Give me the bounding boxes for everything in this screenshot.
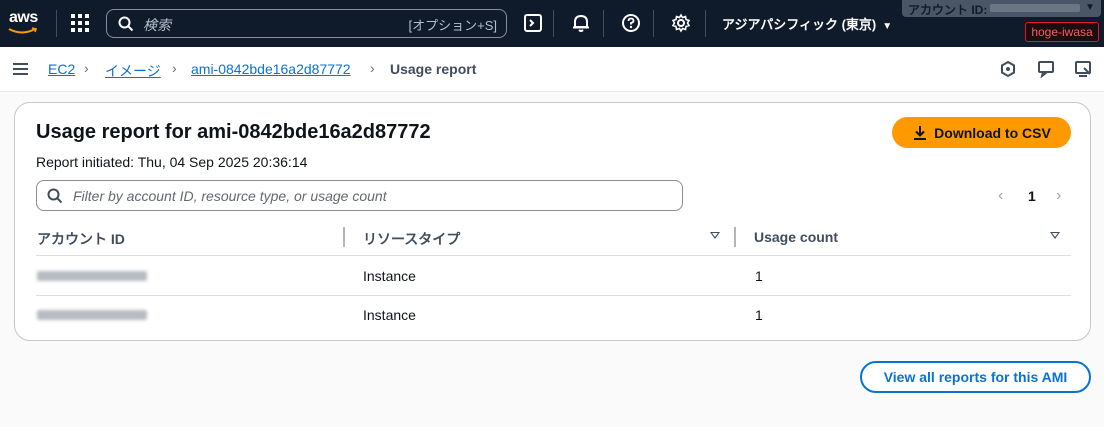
chevron-left-icon[interactable]: ‹: [998, 187, 1003, 205]
aws-logo-text: aws: [9, 9, 38, 26]
page-number[interactable]: 1: [1028, 188, 1036, 204]
resource-type-cell: Instance: [363, 307, 416, 323]
sort-icon[interactable]: [710, 232, 720, 239]
search-placeholder: 検索: [143, 17, 171, 33]
region-selector[interactable]: アジアパシフィック (東京) ▼: [722, 14, 892, 33]
breadcrumb-images[interactable]: イメージ: [105, 61, 161, 81]
resource-type-cell: Instance: [363, 268, 416, 284]
user-badge[interactable]: hoge-iwasa: [1025, 22, 1099, 42]
nav-divider: [553, 10, 554, 37]
help-panel-icon[interactable]: [1074, 60, 1092, 78]
download-csv-button[interactable]: Download to CSV: [892, 117, 1071, 148]
usage-report-card: Usage report for ami-0842bde16a2d87772 R…: [14, 102, 1091, 341]
table-divider: [36, 255, 1071, 256]
chevron-right-icon: ›: [370, 60, 375, 76]
table-divider: [36, 295, 1071, 296]
feedback-icon[interactable]: [1037, 60, 1055, 78]
nav-divider: [653, 10, 654, 37]
filter-input[interactable]: Filter by account ID, resource type, or …: [36, 180, 683, 211]
nav-divider: [705, 10, 706, 37]
usage-count-cell: 1: [755, 268, 763, 284]
column-header-usage-count[interactable]: Usage count: [754, 229, 838, 245]
chevron-right-icon[interactable]: ›: [1056, 187, 1061, 205]
caret-down-icon: ▼: [1085, 2, 1095, 13]
nav-divider: [603, 10, 604, 37]
column-header-resource-type[interactable]: リソースタイプ: [363, 229, 460, 249]
search-icon: [47, 188, 63, 204]
filter-placeholder: Filter by account ID, resource type, or …: [73, 188, 387, 204]
chevron-right-icon: ›: [84, 60, 89, 76]
gear-icon[interactable]: [670, 12, 692, 34]
column-divider[interactable]: [734, 227, 736, 247]
chevron-right-icon: ›: [172, 60, 177, 76]
account-id-redacted: [37, 310, 147, 320]
breadcrumb-bar: EC2 › イメージ › ami-0842bde16a2d87772 › Usa…: [0, 47, 1104, 92]
services-grid-icon[interactable]: [71, 14, 89, 32]
menu-icon[interactable]: [13, 63, 28, 75]
breadcrumb-current: Usage report: [390, 61, 477, 77]
search-input[interactable]: 検索 [オプション+S]: [106, 9, 507, 38]
page-title: Usage report for ami-0842bde16a2d87772: [36, 121, 431, 143]
nav-divider: [56, 10, 57, 37]
account-label: アカウント ID:: [908, 3, 988, 17]
cloudshell-icon[interactable]: [522, 12, 544, 34]
usage-count-cell: 1: [755, 307, 763, 323]
view-all-reports-button[interactable]: View all reports for this AMI: [860, 361, 1091, 393]
aws-smile-icon: [8, 27, 38, 34]
account-menu[interactable]: アカウント ID: ▼: [902, 0, 1101, 17]
column-divider[interactable]: [343, 227, 345, 247]
breadcrumb-ami[interactable]: ami-0842bde16a2d87772: [191, 61, 351, 77]
aws-logo[interactable]: aws: [8, 9, 42, 37]
caret-down-icon: ▼: [882, 21, 893, 32]
account-id-redacted: [37, 271, 147, 281]
sort-icon[interactable]: [1050, 232, 1060, 239]
bell-icon[interactable]: [570, 12, 592, 34]
region-label: アジアパシフィック (東京): [722, 17, 877, 32]
search-shortcut: [オプション+S]: [408, 18, 498, 33]
help-icon[interactable]: [620, 12, 642, 34]
download-csv-label: Download to CSV: [934, 124, 1051, 141]
breadcrumb-ec2[interactable]: EC2: [48, 61, 75, 77]
top-navigation: aws 検索 [オプション+S] アジアパシフィック (東京) ▼ アカウント …: [0, 0, 1104, 47]
hexagon-info-icon[interactable]: [999, 60, 1017, 78]
search-icon: [118, 16, 134, 32]
account-id-redacted: [990, 4, 1080, 12]
download-icon: [914, 125, 927, 140]
column-header-account-id[interactable]: アカウント ID: [37, 229, 125, 249]
report-timestamp: Report initiated: Thu, 04 Sep 2025 20:36…: [36, 154, 308, 170]
